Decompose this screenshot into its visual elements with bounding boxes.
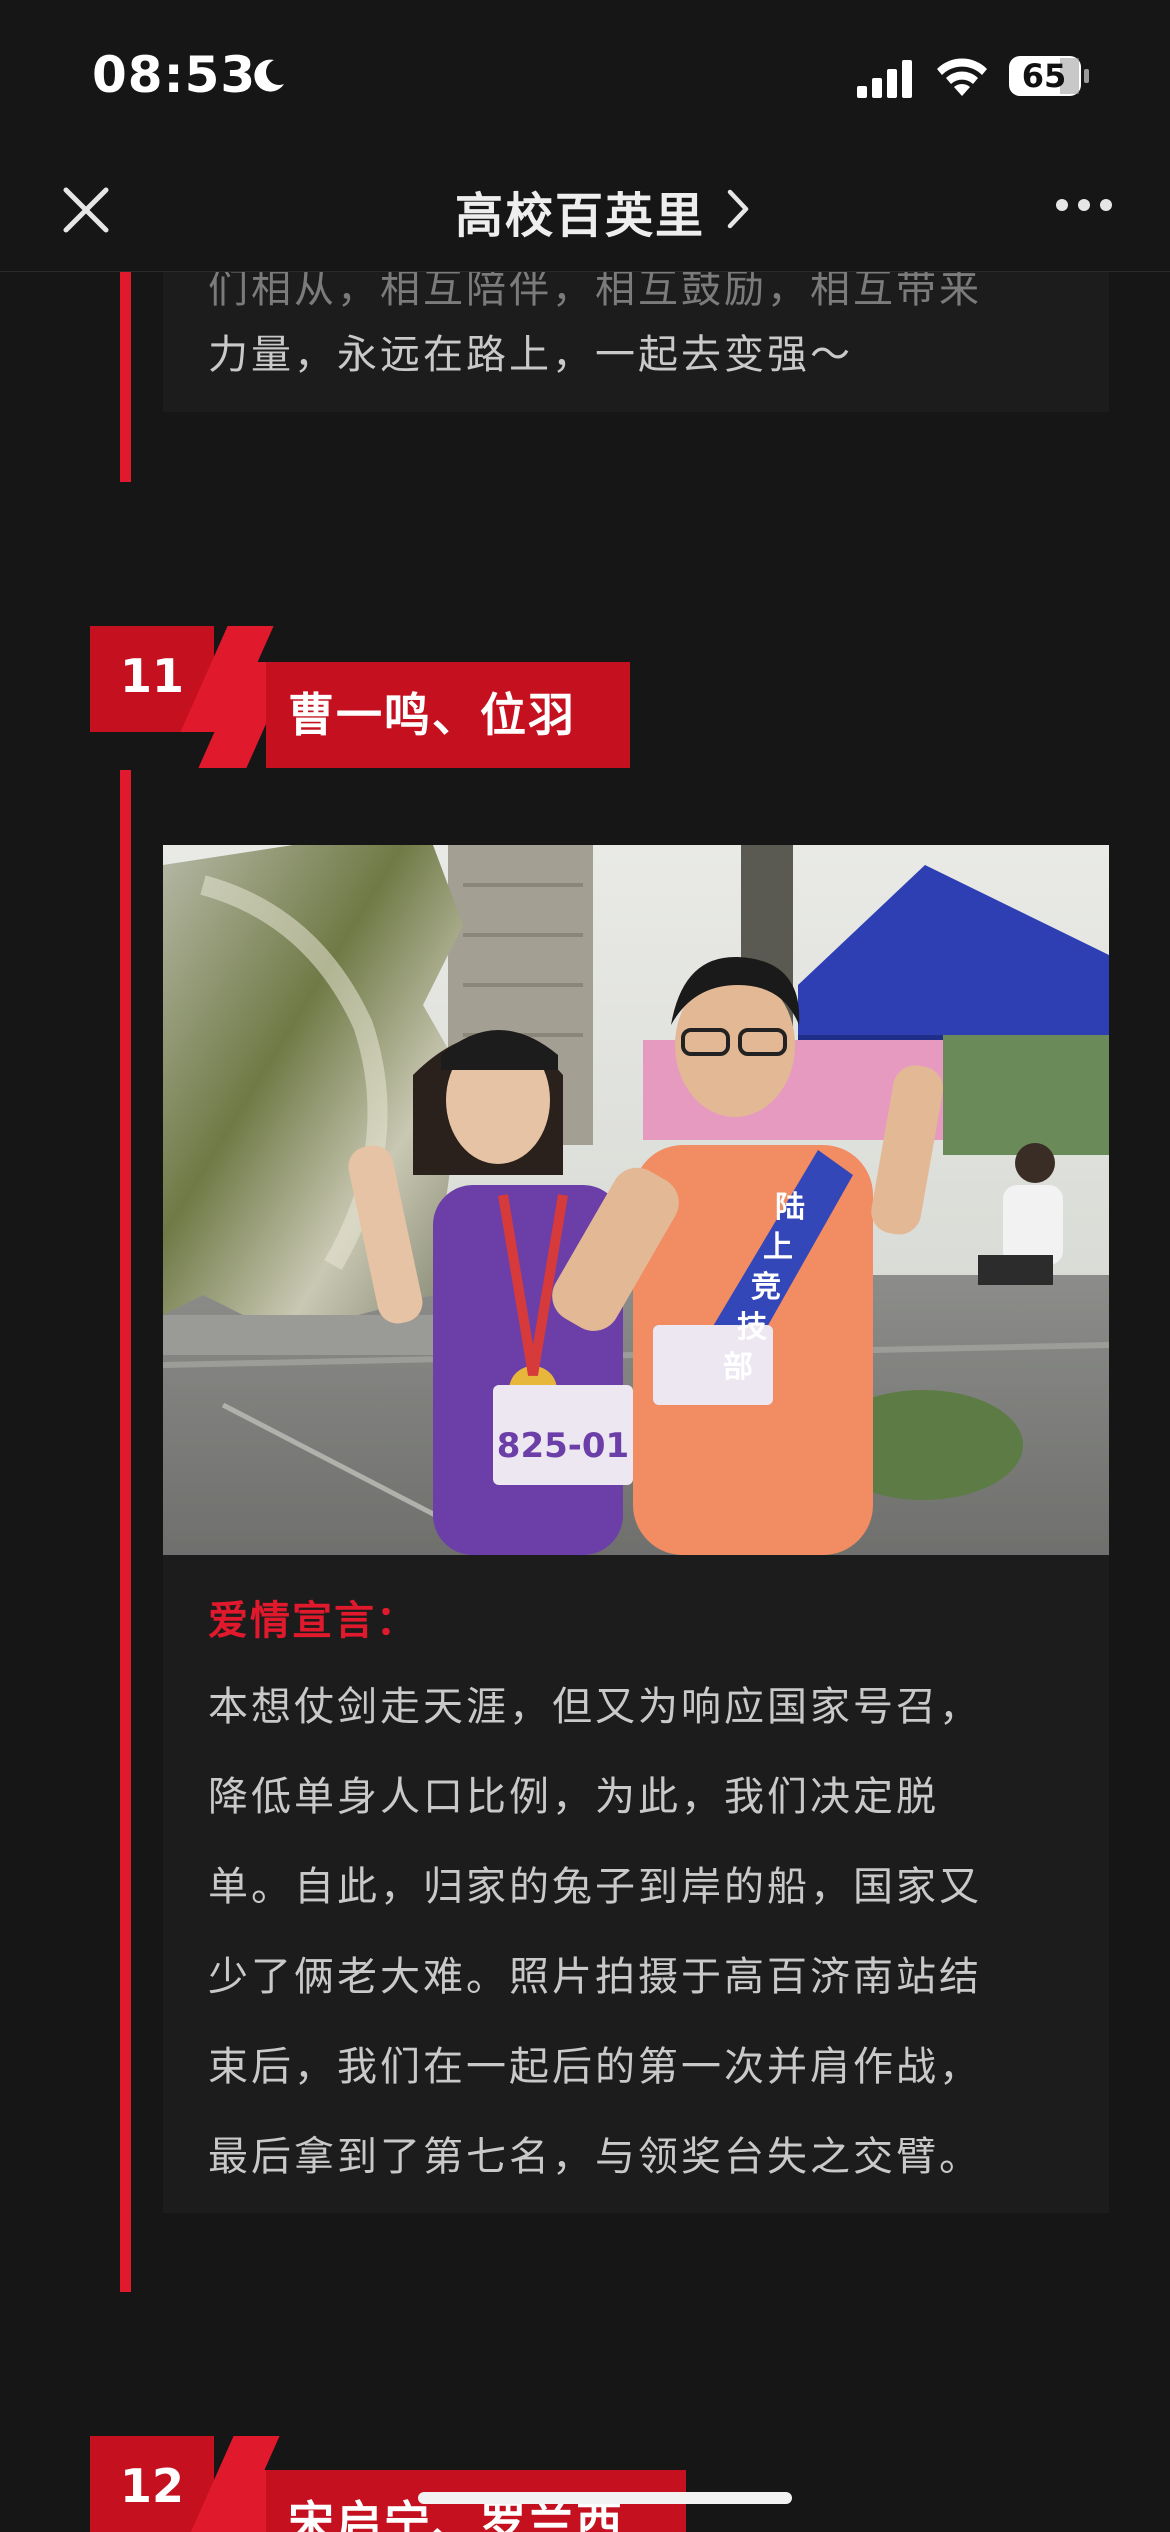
- home-indicator[interactable]: [418, 2492, 792, 2504]
- status-time: 08:53: [92, 46, 257, 104]
- nav-bar: 高校百英里: [0, 150, 1170, 272]
- couple-photo: 825-01 陆 上 竞 技 部: [163, 845, 1109, 1555]
- declaration-line: 束后，我们在一起后的第一次并肩作战，: [208, 2044, 982, 2090]
- close-icon[interactable]: [56, 180, 116, 240]
- sash-char: 部: [723, 1350, 753, 1385]
- sash-char: 上: [763, 1230, 793, 1265]
- entry-names: 曹一鸣、位羽: [266, 662, 630, 768]
- sash-char: 陆: [775, 1190, 805, 1225]
- declaration-line: 少了俩老大难。照片拍摄于高百济南站结: [208, 1954, 982, 2000]
- bib-left-text: 825-01: [497, 1426, 629, 1466]
- declaration-line: 最后拿到了第七名，与领奖台失之交臂。: [208, 2134, 982, 2180]
- timeline-line: [120, 770, 131, 2292]
- timeline-line: [120, 272, 131, 482]
- declaration-label: 爱情宣言：: [208, 1598, 418, 1644]
- entry-number-badge: 12: [90, 2436, 214, 2532]
- sash-char: 技: [737, 1310, 767, 1345]
- moon-icon: [254, 59, 284, 92]
- declaration-line: 本想仗剑走天涯，但又为响应国家号召，: [208, 1684, 982, 1730]
- declaration-line: 降低单身人口比例，为此，我们决定脱: [208, 1774, 939, 1820]
- signal-icon: [857, 60, 912, 98]
- wifi-icon: [937, 58, 987, 96]
- more-icon[interactable]: [1052, 190, 1116, 220]
- prev-entry-text: 力量，永远在路上，一起去变强～: [208, 332, 853, 378]
- chevron-right-icon[interactable]: [722, 186, 752, 232]
- page-title[interactable]: 高校百英里: [455, 176, 705, 246]
- prev-entry-partial-text: 们相从，相互陪伴，相互鼓励，相互带来: [208, 272, 982, 312]
- battery-level: 65: [1021, 57, 1067, 95]
- status-bar: 08:53 65: [0, 0, 1170, 150]
- declaration-line: 单。自此，归家的兔子到岸的船，国家又: [208, 1864, 982, 1910]
- sash-char: 竞: [751, 1270, 781, 1305]
- article-content: 们相从，相互陪伴，相互鼓励，相互带来 力量，永远在路上，一起去变强～ 11 曹一…: [0, 272, 1170, 2532]
